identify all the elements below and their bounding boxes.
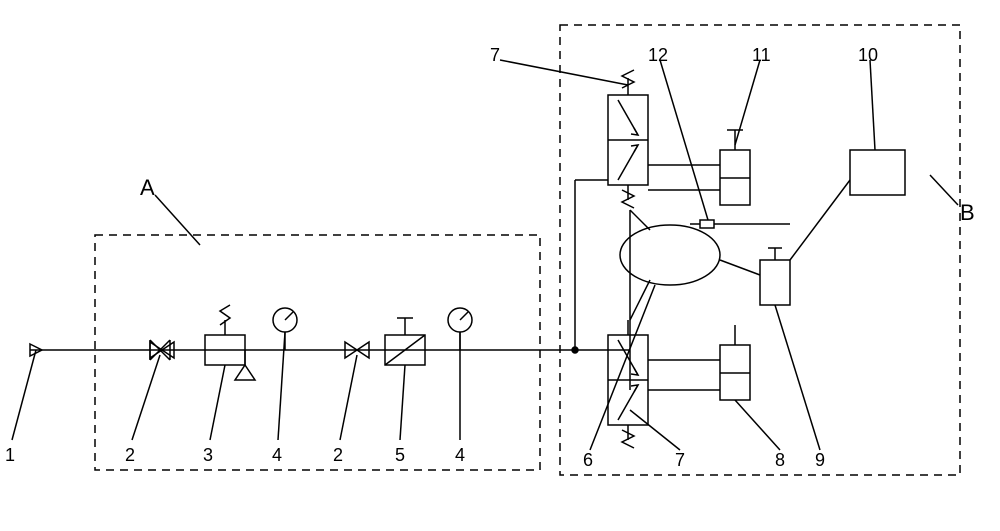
label-4: 4 [272,445,282,466]
solenoid-valve-icon [608,320,648,448]
cylinder-icon [720,325,750,400]
leader-lines [12,60,958,450]
label-2b: 2 [333,445,343,466]
label-8: 8 [775,450,785,471]
label-7: 7 [490,45,500,66]
oval-chamber-icon [620,225,720,285]
label-B: B [960,200,975,226]
label-3: 3 [203,445,213,466]
filter-regulator-icon [205,305,255,380]
label-1: 1 [5,445,15,466]
cylinder-icon [760,248,790,305]
pressure-gauge-icon [273,308,297,350]
sensor-icon [690,220,714,228]
label-10: 10 [858,45,878,66]
label-12: 12 [648,45,668,66]
label-4b: 4 [455,445,465,466]
label-11: 11 [752,45,771,66]
precision-regulator-icon [385,318,425,365]
label-A: A [140,175,155,201]
solenoid-valve-icon [608,70,648,208]
cylinder-icon [720,130,750,205]
schematic-svg [0,0,1000,531]
label-5: 5 [395,445,405,466]
label-2: 2 [125,445,135,466]
label-9: 9 [815,450,825,471]
label-7b: 7 [675,450,685,471]
label-6: 6 [583,450,593,471]
